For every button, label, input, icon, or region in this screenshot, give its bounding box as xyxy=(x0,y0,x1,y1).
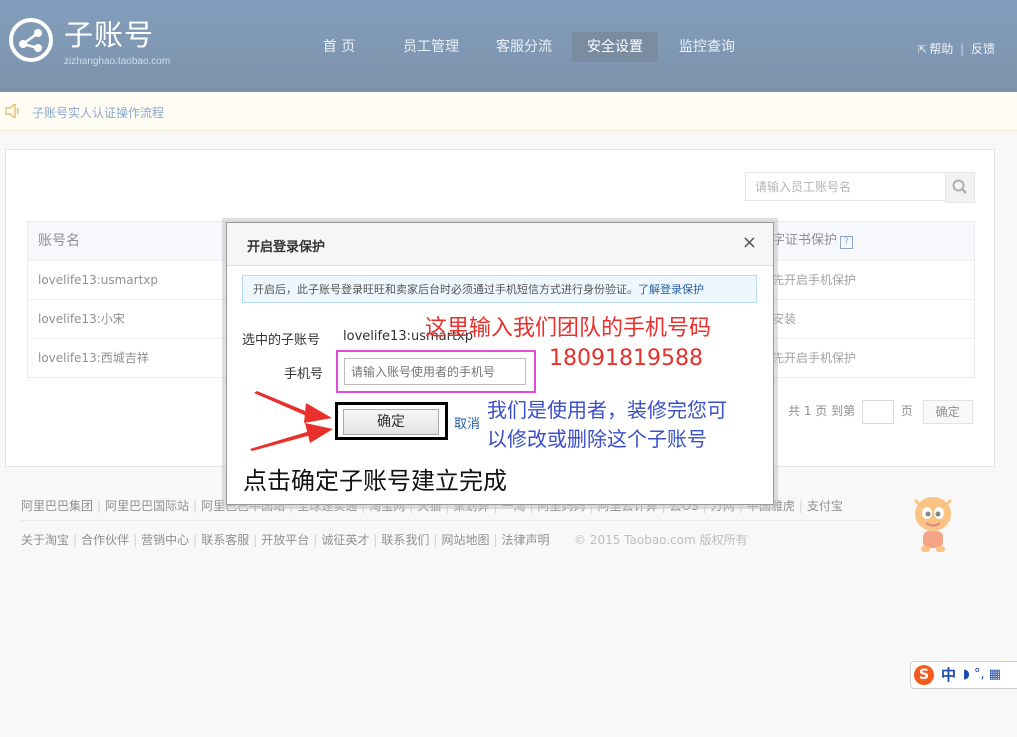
annotation-note-line2: 以修改或删除这个子账号 xyxy=(487,427,707,451)
dialog-title: 开启登录保护 xyxy=(247,240,326,255)
annotation-phone-number: 18091819588 xyxy=(549,346,703,371)
dialog-info-text: 开启后，此子账号登录旺旺和卖家后台时必须通过手机短信方式进行身份验证。 xyxy=(253,283,638,296)
phone-input[interactable] xyxy=(344,358,526,385)
cancel-link[interactable]: 取消 xyxy=(454,413,480,432)
sogou-logo-icon: S xyxy=(914,665,934,685)
phone-highlight-box xyxy=(336,350,536,393)
selected-account-label: 选中的子账号 xyxy=(242,333,321,348)
confirm-highlight-box: 确定 xyxy=(335,402,448,440)
phone-label: 手机号 xyxy=(284,367,324,382)
annotation-enter-phone: 这里输入我们团队的手机号码 xyxy=(425,316,712,341)
ime-toolbar[interactable]: S 中 ◗ °, ▦ xyxy=(910,661,1017,689)
ime-tool-icons[interactable]: ◗ °, ▦ xyxy=(963,664,1001,686)
annotation-done: 点击确定子账号建立完成 xyxy=(243,467,507,495)
close-icon[interactable]: × xyxy=(742,234,757,252)
ime-mode[interactable]: 中 xyxy=(941,665,956,685)
red-arrows-icon xyxy=(250,391,333,451)
dialog-info-box: 开启后，此子账号登录旺旺和卖家后台时必须通过手机短信方式进行身份验证。了解登录保… xyxy=(242,275,757,303)
annotation-note-line1: 我们是使用者，装修完您可 xyxy=(487,398,727,422)
learn-login-protection-link[interactable]: 了解登录保护 xyxy=(638,283,704,296)
dialog-header: 开启登录保护 × xyxy=(227,223,773,266)
confirm-button[interactable]: 确定 xyxy=(343,409,439,435)
